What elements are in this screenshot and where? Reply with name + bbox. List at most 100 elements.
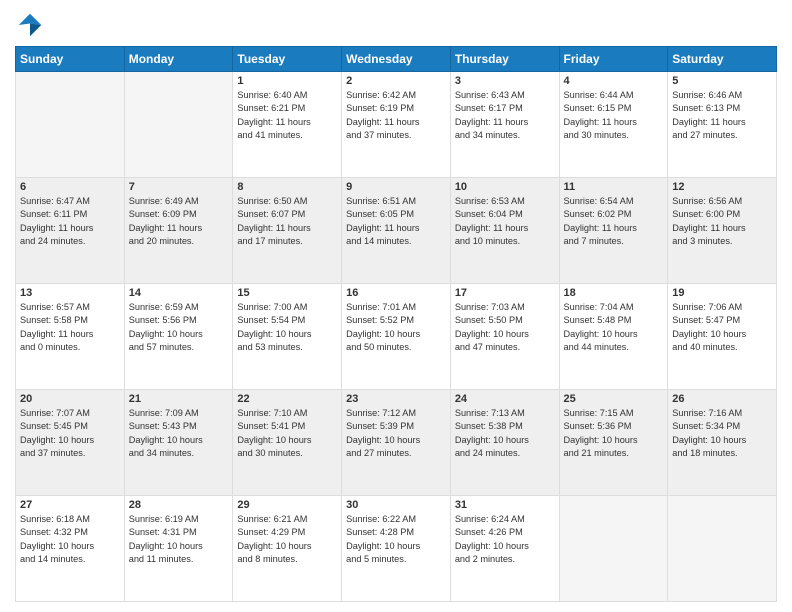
table-row: 1Sunrise: 6:40 AM Sunset: 6:21 PM Daylig…	[233, 72, 342, 178]
day-number: 24	[455, 393, 555, 405]
day-info: Sunrise: 7:01 AM Sunset: 5:52 PM Dayligh…	[346, 301, 446, 354]
calendar-row: 27 Sunrise: 6:18 AM Sunset: 4:32 PM Dayli…	[16, 496, 777, 602]
day-number: 8	[237, 181, 337, 193]
table-row	[16, 72, 125, 178]
table-row: 29 Sunrise: 6:21 AM Sunset: 4:29 PM Dayli…	[233, 496, 342, 602]
day-info: Sunrise: 6:21 AM Sunset: 4:29 PM Dayligh…	[237, 513, 337, 566]
table-row: 18 Sunrise: 7:04 AM Sunset: 5:48 PM Dayli…	[559, 284, 668, 390]
calendar-row: 1Sunrise: 6:40 AM Sunset: 6:21 PM Daylig…	[16, 72, 777, 178]
day-info: Sunrise: 7:03 AM Sunset: 5:50 PM Dayligh…	[455, 301, 555, 354]
day-info: Sunrise: 6:18 AM Sunset: 4:32 PM Dayligh…	[20, 513, 120, 566]
table-row: 10 Sunrise: 6:53 AM Sunset: 6:04 PM Dayli…	[450, 178, 559, 284]
day-number: 21	[129, 393, 229, 405]
day-info: Sunrise: 6:22 AM Sunset: 4:28 PM Dayligh…	[346, 513, 446, 566]
day-number: 2	[346, 75, 446, 87]
table-row: 31Sunrise: 6:24 AM Sunset: 4:26 PM Dayli…	[450, 496, 559, 602]
day-number: 11	[564, 181, 664, 193]
table-row: 27 Sunrise: 6:18 AM Sunset: 4:32 PM Dayli…	[16, 496, 125, 602]
day-number: 3	[455, 75, 555, 87]
day-info: Sunrise: 6:24 AM Sunset: 4:26 PM Dayligh…	[455, 513, 555, 566]
day-info: Sunrise: 7:00 AM Sunset: 5:54 PM Dayligh…	[237, 301, 337, 354]
day-number: 16	[346, 287, 446, 299]
day-info: Sunrise: 7:15 AM Sunset: 5:36 PM Dayligh…	[564, 407, 664, 460]
table-row: 8 Sunrise: 6:50 AM Sunset: 6:07 PM Daylig…	[233, 178, 342, 284]
day-number: 5	[672, 75, 772, 87]
day-number: 28	[129, 499, 229, 511]
day-number: 20	[20, 393, 120, 405]
col-saturday: Saturday	[668, 47, 777, 72]
day-info: Sunrise: 7:16 AM Sunset: 5:34 PM Dayligh…	[672, 407, 772, 460]
logo-icon	[15, 10, 45, 40]
table-row: 13Sunrise: 6:57 AM Sunset: 5:58 PM Dayli…	[16, 284, 125, 390]
day-number: 17	[455, 287, 555, 299]
day-number: 23	[346, 393, 446, 405]
day-info: Sunrise: 7:04 AM Sunset: 5:48 PM Dayligh…	[564, 301, 664, 354]
calendar-row: 13Sunrise: 6:57 AM Sunset: 5:58 PM Dayli…	[16, 284, 777, 390]
col-tuesday: Tuesday	[233, 47, 342, 72]
day-number: 27	[20, 499, 120, 511]
table-row: 19Sunrise: 7:06 AM Sunset: 5:47 PM Dayli…	[668, 284, 777, 390]
table-row: 11 Sunrise: 6:54 AM Sunset: 6:02 PM Dayli…	[559, 178, 668, 284]
day-info: Sunrise: 7:12 AM Sunset: 5:39 PM Dayligh…	[346, 407, 446, 460]
table-row: 12 Sunrise: 6:56 AM Sunset: 6:00 PM Dayli…	[668, 178, 777, 284]
day-number: 18	[564, 287, 664, 299]
day-number: 25	[564, 393, 664, 405]
table-row: 9 Sunrise: 6:51 AM Sunset: 6:05 PM Daylig…	[342, 178, 451, 284]
day-info: Sunrise: 6:46 AM Sunset: 6:13 PM Dayligh…	[672, 89, 772, 142]
table-row: 2 Sunrise: 6:42 AM Sunset: 6:19 PM Daylig…	[342, 72, 451, 178]
day-info: Sunrise: 6:40 AM Sunset: 6:21 PM Dayligh…	[237, 89, 337, 142]
logo	[15, 10, 49, 40]
day-number: 12	[672, 181, 772, 193]
table-row: 30 Sunrise: 6:22 AM Sunset: 4:28 PM Dayli…	[342, 496, 451, 602]
day-number: 30	[346, 499, 446, 511]
day-info: Sunrise: 6:42 AM Sunset: 6:19 PM Dayligh…	[346, 89, 446, 142]
day-number: 10	[455, 181, 555, 193]
day-info: Sunrise: 6:57 AM Sunset: 5:58 PM Dayligh…	[20, 301, 120, 354]
table-row: 26 Sunrise: 7:16 AM Sunset: 5:34 PM Dayli…	[668, 390, 777, 496]
day-number: 15	[237, 287, 337, 299]
table-row: 22 Sunrise: 7:10 AM Sunset: 5:41 PM Dayli…	[233, 390, 342, 496]
day-info: Sunrise: 6:59 AM Sunset: 5:56 PM Dayligh…	[129, 301, 229, 354]
table-row: 5 Sunrise: 6:46 AM Sunset: 6:13 PM Daylig…	[668, 72, 777, 178]
table-row: 14 Sunrise: 6:59 AM Sunset: 5:56 PM Dayli…	[124, 284, 233, 390]
day-info: Sunrise: 7:10 AM Sunset: 5:41 PM Dayligh…	[237, 407, 337, 460]
header-row: Sunday Monday Tuesday Wednesday Thursday…	[16, 47, 777, 72]
day-info: Sunrise: 6:43 AM Sunset: 6:17 PM Dayligh…	[455, 89, 555, 142]
table-row: 24 Sunrise: 7:13 AM Sunset: 5:38 PM Dayli…	[450, 390, 559, 496]
table-row: 3 Sunrise: 6:43 AM Sunset: 6:17 PM Daylig…	[450, 72, 559, 178]
day-info: Sunrise: 6:49 AM Sunset: 6:09 PM Dayligh…	[129, 195, 229, 248]
day-info: Sunrise: 6:56 AM Sunset: 6:00 PM Dayligh…	[672, 195, 772, 248]
day-number: 6	[20, 181, 120, 193]
day-info: Sunrise: 7:13 AM Sunset: 5:38 PM Dayligh…	[455, 407, 555, 460]
table-row: 15 Sunrise: 7:00 AM Sunset: 5:54 PM Dayli…	[233, 284, 342, 390]
calendar-row: 20Sunrise: 7:07 AM Sunset: 5:45 PM Dayli…	[16, 390, 777, 496]
col-wednesday: Wednesday	[342, 47, 451, 72]
day-number: 26	[672, 393, 772, 405]
day-info: Sunrise: 6:19 AM Sunset: 4:31 PM Dayligh…	[129, 513, 229, 566]
day-info: Sunrise: 6:50 AM Sunset: 6:07 PM Dayligh…	[237, 195, 337, 248]
table-row: 23 Sunrise: 7:12 AM Sunset: 5:39 PM Dayli…	[342, 390, 451, 496]
day-number: 29	[237, 499, 337, 511]
day-number: 7	[129, 181, 229, 193]
table-row: 16 Sunrise: 7:01 AM Sunset: 5:52 PM Dayli…	[342, 284, 451, 390]
day-info: Sunrise: 6:54 AM Sunset: 6:02 PM Dayligh…	[564, 195, 664, 248]
table-row: 6Sunrise: 6:47 AM Sunset: 6:11 PM Daylig…	[16, 178, 125, 284]
table-row	[668, 496, 777, 602]
calendar-row: 6Sunrise: 6:47 AM Sunset: 6:11 PM Daylig…	[16, 178, 777, 284]
col-sunday: Sunday	[16, 47, 125, 72]
day-number: 22	[237, 393, 337, 405]
day-info: Sunrise: 6:51 AM Sunset: 6:05 PM Dayligh…	[346, 195, 446, 248]
day-number: 9	[346, 181, 446, 193]
table-row: 20Sunrise: 7:07 AM Sunset: 5:45 PM Dayli…	[16, 390, 125, 496]
table-row	[124, 72, 233, 178]
table-row: 7 Sunrise: 6:49 AM Sunset: 6:09 PM Daylig…	[124, 178, 233, 284]
day-info: Sunrise: 7:09 AM Sunset: 5:43 PM Dayligh…	[129, 407, 229, 460]
table-row: 17 Sunrise: 7:03 AM Sunset: 5:50 PM Dayli…	[450, 284, 559, 390]
header	[15, 10, 777, 40]
day-info: Sunrise: 6:53 AM Sunset: 6:04 PM Dayligh…	[455, 195, 555, 248]
day-number: 14	[129, 287, 229, 299]
page: Sunday Monday Tuesday Wednesday Thursday…	[0, 0, 792, 612]
calendar-table: Sunday Monday Tuesday Wednesday Thursday…	[15, 46, 777, 602]
table-row: 4Sunrise: 6:44 AM Sunset: 6:15 PM Daylig…	[559, 72, 668, 178]
day-info: Sunrise: 6:44 AM Sunset: 6:15 PM Dayligh…	[564, 89, 664, 142]
